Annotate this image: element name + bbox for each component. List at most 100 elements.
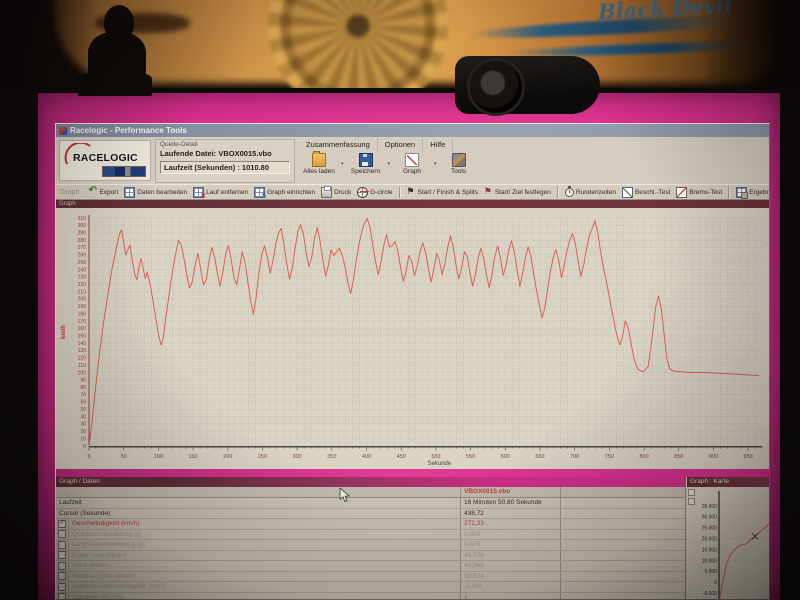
quick-button-graph[interactable]: Graph (392, 153, 432, 175)
checkbox-icon[interactable] (58, 593, 66, 599)
brake-test-icon (676, 187, 687, 198)
table-row[interactable]: Höhe (Meter)43,368 (56, 561, 685, 572)
svg-text:10: 10 (80, 436, 86, 442)
row-value: 0,875 (461, 540, 561, 550)
svg-text:300: 300 (293, 454, 302, 460)
map-chart[interactable]: 35.00030.00025.00020.00015.00010.0005.00… (697, 487, 769, 599)
menu-item-optionen[interactable]: Optionen (378, 139, 423, 151)
svg-text:270: 270 (78, 245, 87, 251)
table-row[interactable]: Längsbeschleunigung (g)0,875 (56, 540, 685, 551)
row-value: 272,33 (461, 519, 561, 529)
svg-text:180: 180 (78, 311, 87, 317)
graph-panel-header[interactable]: Graph (56, 200, 769, 208)
svg-text:140: 140 (78, 341, 87, 347)
table-row[interactable]: Entfernung (Meter)45,538 (56, 551, 685, 562)
toolbar-button-label: Beschl.-Test (635, 189, 670, 196)
svg-text:950: 950 (744, 454, 753, 460)
toolbar-mode-label: Graph (60, 189, 79, 196)
graph-panel-body[interactable]: 0102030405060708090100110120130140150160… (56, 208, 769, 469)
checkbox-icon[interactable] (58, 551, 66, 559)
toolbar-button-export[interactable]: Export (88, 188, 118, 197)
data-panel-header[interactable]: Graph / Daten (56, 477, 686, 487)
checkbox-icon[interactable] (58, 562, 66, 570)
menu-item-zusammenfassung[interactable]: Zusammenfassung (299, 139, 378, 151)
svg-text:110: 110 (78, 363, 86, 369)
map-panel-header[interactable]: Graph : Karte (687, 477, 769, 487)
quick-button-label: Alles laden (303, 168, 335, 175)
map-panel-body[interactable]: 35.00030.00025.00020.00015.00010.0005.00… (687, 487, 769, 599)
svg-text:60: 60 (80, 400, 86, 406)
source-detail-label: Quelle-Detail (160, 141, 290, 148)
toolbar-separator (728, 187, 730, 198)
row-label: Cursor (Sekunde) (56, 509, 461, 519)
table-row[interactable]: Laufzeit16 Minuten 50.80 Sekunde (56, 498, 685, 509)
dropdown-arrow-icon[interactable]: ▾ (388, 161, 391, 167)
printer-icon (321, 187, 332, 198)
svg-text:210: 210 (78, 289, 87, 295)
toolbar-button-lauf-entfernen[interactable]: Lauf entfernen (193, 187, 248, 198)
quick-button-label: Graph (403, 168, 421, 175)
app-window: Racelogic - Performance Tools RACELOGIC … (55, 123, 770, 600)
toolbar-button-druck[interactable]: Druck (321, 187, 351, 198)
table-header-empty (56, 487, 461, 497)
svg-text:80: 80 (80, 385, 86, 391)
row-value: -1,366 (461, 582, 561, 592)
toolbar-button-rundenzeiten[interactable]: Rundenzeiten (565, 188, 616, 197)
tools-icon (452, 153, 466, 167)
checkbox-icon[interactable] (58, 541, 66, 549)
graph-panel-title: Graph (59, 201, 76, 207)
row-label: Laufzeit (56, 498, 461, 508)
toolbar-button-label: Start/ Ziel festlegen (495, 189, 551, 196)
toolbar-button-graph-einrichten[interactable]: Graph einrichten (254, 187, 315, 198)
g-circle-icon (357, 187, 368, 198)
table-row[interactable]: Cursor (Sekunde)438,72 (56, 509, 685, 520)
svg-text:450: 450 (397, 454, 406, 460)
svg-text:30: 30 (80, 422, 86, 428)
data-table: Laufzeit16 Minuten 50.80 SekundeCursor (… (56, 498, 685, 599)
svg-text:220: 220 (78, 282, 87, 288)
toolbar-button-start-ziel-festlegen[interactable]: Start/ Ziel festlegen (484, 188, 551, 197)
start-finish-flag-icon (407, 188, 416, 197)
row-label: Vertikale Geschwindigkeit (km/h) (69, 582, 461, 592)
folder-open-icon (312, 153, 326, 167)
speed-chart[interactable]: 0102030405060708090100110120130140150160… (56, 208, 769, 469)
quick-button-alles-laden[interactable]: Alles laden (299, 153, 339, 175)
toolbar-button-beschl-test[interactable]: Beschl.-Test (622, 187, 670, 198)
svg-text:50: 50 (80, 407, 86, 413)
clear-results-icon (736, 187, 747, 198)
toolbar-button-g-circle[interactable]: G-circle (357, 187, 392, 198)
table-row[interactable]: Vertikale Geschwindigkeit (km/h)-1,366 (56, 582, 685, 593)
table-row[interactable]: Relative Höhe (Meter)18,574 (56, 572, 685, 583)
table-row[interactable]: ✓Geschwindigkeit (km/h)272,33 (56, 519, 685, 530)
toolbar-button-daten-bearbeiten[interactable]: Daten bearbeiten (124, 187, 187, 198)
table-header-row: VBOX0015.vbo (56, 487, 685, 498)
svg-text:0: 0 (714, 580, 717, 586)
quick-buttons: Alles laden▾Speichern▾Graph▾Tools (299, 153, 479, 175)
map-tool-button[interactable] (688, 489, 695, 496)
value-column-header[interactable]: VBOX0015.vbo (461, 487, 561, 497)
toolbar-button-brems-test[interactable]: Brems-Test (676, 187, 722, 198)
checkbox-icon[interactable] (58, 583, 66, 591)
quick-button-speichern[interactable]: Speichern (346, 153, 386, 175)
toolbar-button-ergebn-löschen[interactable]: Ergebn. löschen (736, 187, 769, 198)
checkbox-icon[interactable] (58, 530, 66, 538)
checkbox-icon[interactable] (58, 572, 66, 580)
toolbar-button-start-finish-splits[interactable]: Start / Finish & Splits (407, 188, 478, 197)
row-value: 43,368 (461, 561, 561, 571)
svg-text:20: 20 (80, 429, 86, 435)
table-row[interactable]: Satelliten (Anzahl)4 (56, 593, 685, 600)
svg-text:90: 90 (80, 378, 86, 384)
toolbar-button-label: Daten bearbeiten (137, 189, 187, 196)
checkbox-checked-icon[interactable]: ✓ (58, 520, 66, 528)
table-row[interactable]: Querbeschleunigung (g)0,000 (56, 530, 685, 541)
svg-text:35.000: 35.000 (702, 504, 718, 510)
menu-item-hilfe[interactable]: Hilfe (423, 139, 453, 151)
title-bar[interactable]: Racelogic - Performance Tools (56, 124, 769, 137)
dropdown-arrow-icon[interactable]: ▾ (434, 161, 437, 167)
quick-button-tools[interactable]: Tools (439, 153, 479, 175)
map-tool-button[interactable] (688, 498, 695, 505)
dropdown-arrow-icon[interactable]: ▾ (341, 161, 344, 167)
panel-splitter[interactable] (56, 469, 769, 477)
svg-text:70: 70 (80, 392, 86, 398)
toolbar-button-label: Start / Finish & Splits (418, 189, 478, 196)
